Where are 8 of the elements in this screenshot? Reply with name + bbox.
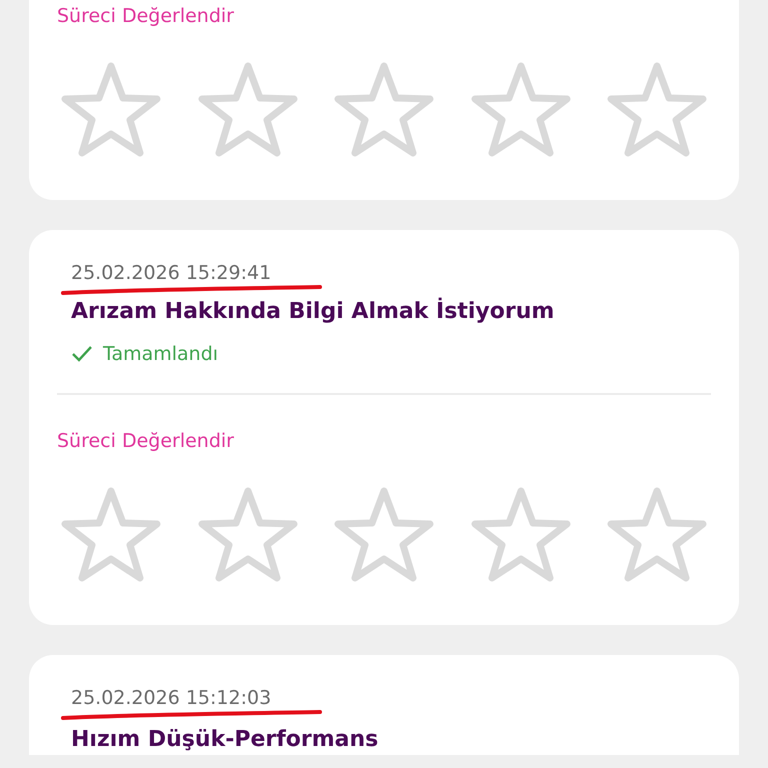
ticket-date: 25.02.2026 15:29:41 [71, 261, 272, 286]
rate-process-label: Süreci Değerlendir [56, 4, 235, 28]
status-text: Tamamlandı [103, 342, 218, 367]
ticket-title[interactable]: Hızım Düşük-Performans [71, 725, 697, 755]
ticket-title[interactable]: Arızam Hakkında Bilgi Almak İstiyorum [71, 297, 697, 327]
rate-process-label: Süreci Değerlendir [56, 429, 235, 453]
ticket-date: 25.02.2026 15:12:03 [71, 686, 272, 711]
check-icon [71, 345, 93, 363]
